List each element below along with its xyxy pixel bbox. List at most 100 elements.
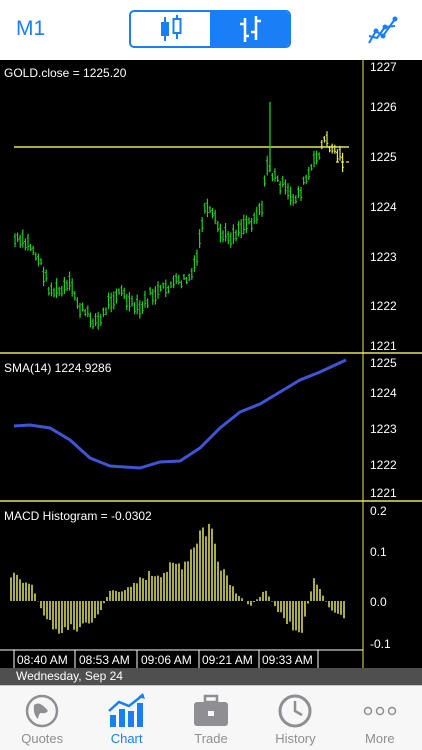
price-bar — [260, 200, 264, 217]
price-bar — [172, 275, 175, 289]
price-bar — [112, 291, 116, 310]
price-bar — [60, 285, 64, 297]
price-bar — [167, 285, 170, 294]
price-bar — [68, 271, 71, 291]
price-bar — [135, 294, 139, 315]
price-bar — [297, 186, 300, 198]
price-bar — [265, 155, 269, 176]
price-bar — [234, 229, 238, 242]
price-bar — [299, 186, 303, 201]
price-bar — [177, 274, 181, 285]
price-bar — [284, 179, 287, 195]
bar-chart-button[interactable] — [210, 12, 289, 46]
tab-trade[interactable]: Trade — [169, 686, 253, 750]
price-bar — [193, 255, 196, 272]
price-bar — [24, 238, 27, 251]
chart-type-segmented-control — [129, 10, 291, 48]
price-bar — [229, 232, 233, 248]
price-bar — [109, 292, 113, 313]
macd-histogram — [10, 523, 345, 634]
price-bar — [159, 285, 162, 292]
macd-tick: -0.1 — [370, 637, 391, 651]
price-bar — [94, 313, 97, 327]
tab-history[interactable]: History — [253, 686, 337, 750]
price-bar — [57, 286, 61, 296]
price-bar — [151, 289, 155, 305]
ohlc-bars-icon — [239, 16, 261, 42]
briefcase-icon — [194, 694, 229, 726]
price-bar — [130, 295, 134, 307]
price-bar — [323, 136, 326, 143]
price-bar — [29, 244, 32, 252]
indicators-icon[interactable] — [366, 14, 398, 46]
price-bar — [310, 164, 313, 171]
chart-icon — [107, 693, 145, 727]
tab-bar: Quotes Chart Trade History More — [0, 685, 422, 750]
price-bar — [34, 252, 38, 261]
sma-tick: 1223 — [370, 422, 397, 436]
price-bar — [213, 209, 217, 225]
price-bar — [198, 229, 201, 249]
price-bar — [133, 302, 136, 315]
price-bar — [325, 131, 329, 148]
sma-line — [13, 358, 347, 470]
tab-chart[interactable]: Chart — [84, 686, 168, 750]
price-bar — [312, 150, 316, 168]
price-bar — [278, 181, 282, 195]
price-axis: 1227 1226 1225 1224 1223 1222 1221 — [370, 60, 397, 353]
price-bar — [122, 287, 126, 300]
price-bar — [273, 168, 277, 182]
price-tick: 1226 — [370, 100, 397, 114]
price-bar — [55, 278, 58, 298]
tab-more[interactable]: More — [338, 686, 422, 750]
price-bar — [81, 302, 84, 312]
price-bar — [258, 202, 261, 216]
price-bar — [294, 195, 298, 204]
price-bar — [107, 292, 110, 310]
sma-tick: 1225 — [370, 356, 397, 370]
sma-tick: 1221 — [370, 486, 397, 500]
price-tick: 1224 — [370, 200, 397, 214]
price-bar — [263, 175, 266, 187]
tab-label: History — [275, 731, 316, 746]
timeframe-button[interactable]: M1 — [16, 17, 45, 41]
price-bar — [302, 176, 305, 185]
price-bar — [47, 286, 51, 296]
price-tick: 1227 — [370, 60, 397, 74]
price-bar — [96, 311, 100, 330]
price-bar — [146, 298, 149, 309]
top-toolbar: M1 — [0, 0, 422, 60]
price-bar — [18, 234, 22, 248]
price-bar — [141, 301, 144, 314]
candlestick-icon — [160, 15, 181, 41]
tab-quotes[interactable]: Quotes — [0, 686, 84, 750]
price-bar — [338, 145, 342, 161]
price-bar — [206, 198, 209, 218]
globe-icon — [25, 694, 59, 728]
price-bar — [291, 194, 295, 206]
price-bar — [232, 224, 235, 244]
candlestick-chart-button[interactable] — [131, 12, 210, 46]
macd-tick: 0.2 — [370, 504, 387, 518]
time-tick: 08:40 AM — [17, 653, 68, 667]
clock-icon — [278, 694, 312, 728]
price-bar — [78, 303, 82, 319]
price-bar — [208, 206, 212, 214]
price-bar — [21, 229, 25, 248]
price-bar — [52, 287, 56, 298]
price-bar — [156, 281, 160, 299]
price-bar — [104, 307, 108, 316]
price-bar — [333, 144, 337, 154]
price-bar — [247, 217, 251, 225]
price-bar — [315, 150, 318, 165]
price-bar — [169, 281, 173, 289]
price-bar — [120, 285, 123, 297]
price-bar — [219, 223, 222, 243]
chart-area[interactable]: 1227 1226 1225 1224 1223 1222 1221 1225 … — [0, 60, 422, 668]
price-bar — [307, 166, 311, 180]
price-bar — [239, 219, 243, 239]
price-bar — [187, 273, 191, 282]
tab-label: Chart — [110, 731, 143, 746]
tab-label: Quotes — [21, 731, 64, 746]
price-bar — [148, 287, 152, 296]
